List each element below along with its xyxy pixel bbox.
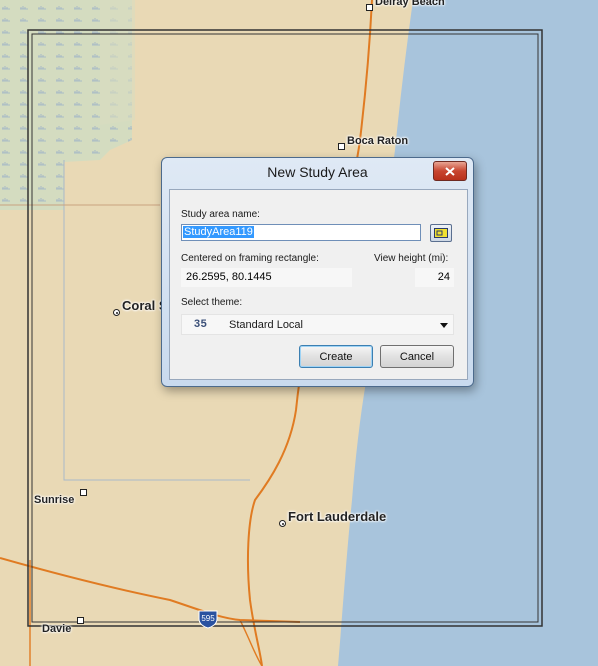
framing-rectangle-button[interactable] [430, 224, 452, 242]
svg-text:595: 595 [201, 614, 215, 623]
study-area-name-value: StudyArea119 [183, 226, 254, 238]
dialog-body: Study area name: StudyArea119 Centered o… [169, 189, 468, 380]
chevron-down-icon[interactable] [440, 323, 448, 328]
new-study-area-dialog: New Study Area Study area name: StudyAre… [161, 157, 474, 387]
city-label-sunrise: Sunrise [34, 494, 75, 506]
center-label: Centered on framing rectangle: [181, 253, 319, 264]
framing-rectangle-icon [434, 228, 448, 238]
city-label-davie: Davie [42, 623, 72, 635]
create-button[interactable]: Create [299, 345, 373, 368]
close-button[interactable] [433, 161, 467, 181]
close-icon [445, 166, 455, 176]
study-area-name-input[interactable]: StudyArea119 [181, 224, 421, 241]
view-height-value: 24 [415, 268, 454, 287]
city-marker-icon [77, 617, 84, 624]
city-label-delray: Delray Beach [375, 0, 445, 8]
study-area-name-label: Study area name: [181, 209, 260, 220]
city-marker-icon [113, 309, 120, 316]
theme-name: Standard Local [229, 319, 303, 331]
theme-number: 35 [194, 318, 208, 330]
cancel-button[interactable]: Cancel [380, 345, 454, 368]
center-coordinates-value: 26.2595, 80.1445 [181, 268, 352, 287]
city-marker-icon [80, 489, 87, 496]
theme-label: Select theme: [181, 297, 243, 308]
dialog-title: New Study Area [267, 164, 368, 180]
city-label-boca: Boca Raton [347, 135, 409, 147]
city-label-fortlaud: Fort Lauderdale [288, 509, 387, 524]
theme-select[interactable]: 35 Standard Local [181, 314, 454, 335]
city-marker-icon [279, 520, 286, 527]
view-height-label: View height (mi): [374, 253, 449, 264]
city-marker-icon [366, 4, 373, 11]
city-marker-icon [338, 143, 345, 150]
